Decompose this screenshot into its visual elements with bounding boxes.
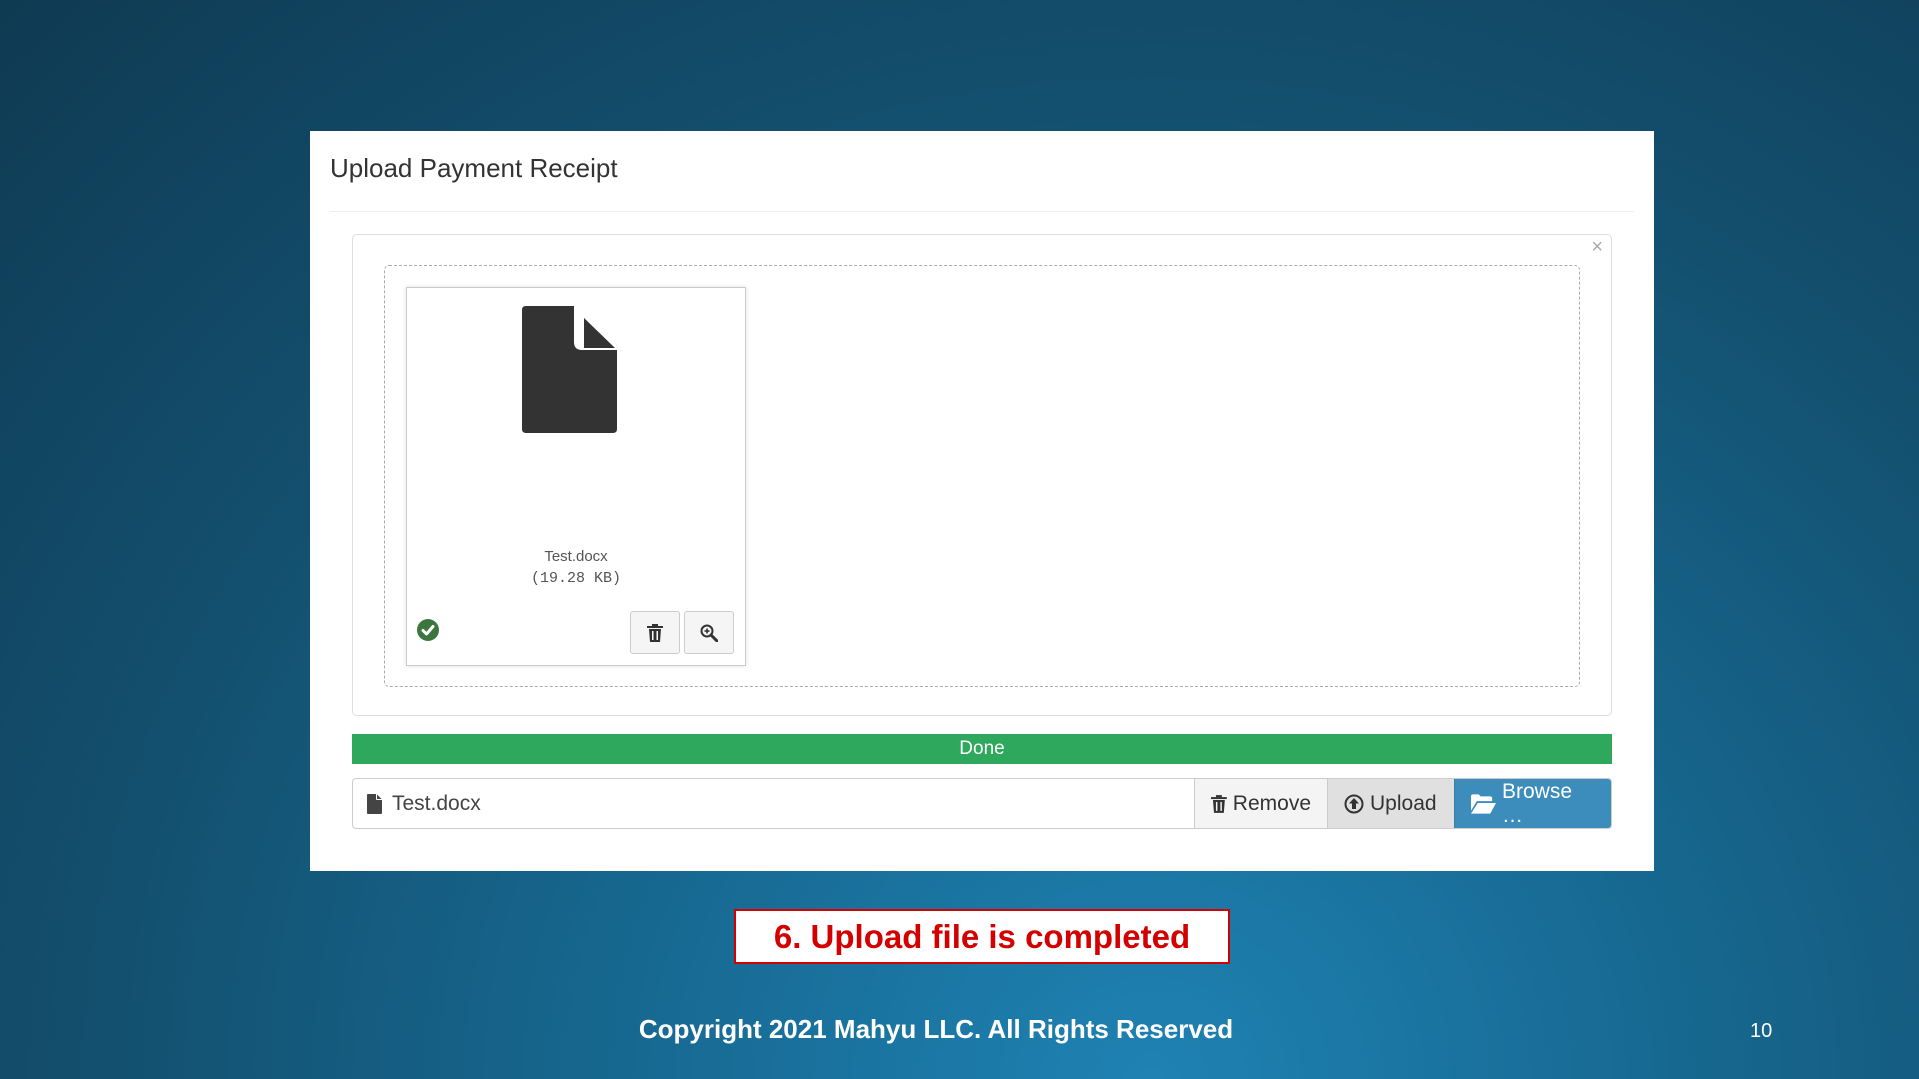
copyright-footer: Copyright 2021 Mahyu LLC. All Rights Res… (638, 1014, 1234, 1044)
file-name: Test.docx (544, 548, 608, 565)
upload-modal: Upload Payment Receipt × Test.docx (19.2… (310, 131, 1654, 871)
file-caption: Test.docx (19.28 KB) (407, 546, 745, 590)
document-icon (522, 306, 617, 433)
file-preview-panel: × Test.docx (19.28 KB) (352, 234, 1612, 716)
check-circle-icon (417, 619, 439, 641)
close-icon[interactable]: × (1591, 236, 1603, 259)
drop-zone[interactable]: Test.docx (19.28 KB) (384, 265, 1580, 687)
upload-progress-bar: Done (352, 734, 1612, 764)
remove-button[interactable]: Remove (1194, 779, 1327, 828)
zoom-in-icon (700, 624, 718, 642)
zoom-file-button[interactable] (684, 611, 734, 654)
browse-button-label: Browse … (1501, 779, 1572, 827)
trash-icon (1211, 794, 1227, 813)
delete-file-button[interactable] (630, 611, 680, 654)
upload-button-label: Upload (1370, 791, 1437, 815)
selected-file-name: Test.docx (392, 791, 481, 815)
file-preview-card: Test.docx (19.28 KB) (406, 287, 746, 666)
file-icon (367, 793, 382, 814)
file-size: (19.28 KB) (530, 570, 621, 587)
folder-open-icon (1471, 793, 1496, 814)
modal-title: Upload Payment Receipt (330, 153, 618, 183)
browse-button[interactable]: Browse … (1454, 779, 1611, 828)
step-caption: 6. Upload file is completed (734, 909, 1230, 964)
slide-page-number: 10 (1750, 1020, 1773, 1042)
modal-divider (330, 211, 1634, 212)
file-caption-input[interactable]: Test.docx (353, 779, 1194, 828)
trash-icon (647, 623, 663, 642)
remove-button-label: Remove (1232, 791, 1311, 815)
file-input-group: Test.docx Remove Upload Browse … (352, 778, 1612, 829)
upload-circle-icon (1344, 794, 1364, 813)
upload-button[interactable]: Upload (1327, 779, 1454, 828)
